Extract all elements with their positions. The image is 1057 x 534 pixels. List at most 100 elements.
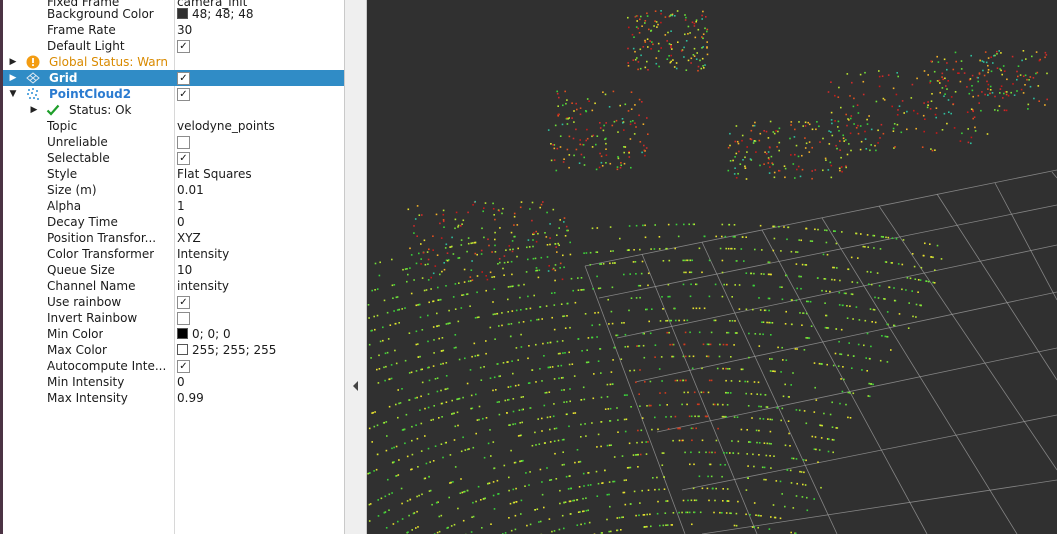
- cloud-point: [641, 417, 644, 419]
- cloud-point: [804, 484, 807, 486]
- cloud-point: [640, 15, 642, 18]
- property-value[interactable]: 255; 255; 255: [177, 342, 276, 358]
- property-selectable[interactable]: Selectable ✓: [3, 150, 344, 166]
- property-max-intensity[interactable]: Max Intensity 0.99: [3, 390, 344, 406]
- property-decay-time[interactable]: Decay Time 0: [3, 214, 344, 230]
- property-value[interactable]: 0: [177, 214, 185, 230]
- cloud-point: [494, 244, 496, 247]
- cloud-point: [635, 224, 638, 227]
- selectable-checkbox[interactable]: ✓: [177, 152, 190, 165]
- property-alpha[interactable]: Alpha 1: [3, 198, 344, 214]
- pointcloud2-enabled-checkbox[interactable]: ✓: [177, 88, 190, 101]
- property-frame-rate[interactable]: Frame Rate 30: [3, 22, 344, 38]
- display-pointcloud2-row[interactable]: ▼ PointCloud2 ✓: [3, 86, 344, 102]
- cloud-point: [601, 532, 603, 534]
- 3d-viewport[interactable]: [367, 0, 1057, 534]
- displays-tree[interactable]: Fixed Frame camera_init Background Color…: [3, 0, 344, 534]
- cloud-point: [748, 332, 750, 335]
- property-value[interactable]: XYZ: [177, 230, 201, 246]
- cloud-point: [656, 476, 658, 479]
- cloud-point: [849, 417, 852, 419]
- property-value[interactable]: Intensity: [177, 246, 229, 262]
- cloud-point: [745, 513, 747, 516]
- property-queue-size[interactable]: Queue Size 10: [3, 262, 344, 278]
- property-value[interactable]: Flat Squares: [177, 166, 252, 182]
- collapse-panel-icon[interactable]: [353, 381, 358, 391]
- expand-arrow-icon[interactable]: ▶: [7, 70, 19, 86]
- default-light-checkbox[interactable]: ✓: [177, 40, 190, 53]
- property-value[interactable]: 48; 48; 48: [177, 6, 254, 22]
- property-use-rainbow[interactable]: Use rainbow ✓: [3, 294, 344, 310]
- property-value[interactable]: 30: [177, 22, 192, 38]
- cloud-point: [698, 451, 701, 454]
- expand-arrow-icon[interactable]: ▶: [7, 54, 19, 70]
- cloud-point: [526, 246, 528, 249]
- grid-enabled-checkbox[interactable]: ✓: [177, 72, 190, 85]
- cloud-point: [971, 74, 974, 77]
- color-value-text: 255; 255; 255: [192, 343, 277, 357]
- property-value[interactable]: 0; 0; 0: [177, 326, 231, 342]
- cloud-point: [795, 263, 798, 265]
- global-status-row[interactable]: ▶ Global Status: Warn: [3, 54, 344, 70]
- property-size[interactable]: Size (m) 0.01: [3, 182, 344, 198]
- property-style[interactable]: Style Flat Squares: [3, 166, 344, 182]
- property-background-color[interactable]: Background Color 48; 48; 48: [3, 6, 344, 22]
- cloud-point: [416, 437, 419, 440]
- property-color-transformer[interactable]: Color Transformer Intensity: [3, 246, 344, 262]
- cloud-point: [1007, 94, 1010, 97]
- property-value[interactable]: 0: [177, 374, 185, 390]
- property-value[interactable]: velodyne_points: [177, 118, 275, 134]
- use-rainbow-checkbox[interactable]: ✓: [177, 296, 190, 309]
- cloud-point: [831, 134, 834, 137]
- property-min-intensity[interactable]: Min Intensity 0: [3, 374, 344, 390]
- cloud-point: [987, 69, 990, 71]
- cloud-point: [879, 359, 882, 362]
- autocompute-intensity-checkbox[interactable]: ✓: [177, 360, 190, 373]
- cloud-point: [692, 427, 694, 430]
- invert-rainbow-checkbox[interactable]: [177, 312, 190, 325]
- cloud-point: [698, 475, 701, 478]
- cloud-point: [934, 113, 937, 116]
- cloud-point: [845, 166, 847, 169]
- property-value[interactable]: 0.01: [177, 182, 204, 198]
- cloud-point: [577, 461, 580, 463]
- property-position-transformer[interactable]: Position Transfor... XYZ: [3, 230, 344, 246]
- expand-arrow-icon[interactable]: ▶: [28, 102, 40, 118]
- cloud-point: [517, 284, 520, 287]
- property-topic[interactable]: Topic velodyne_points: [3, 118, 344, 134]
- property-unreliable[interactable]: Unreliable: [3, 134, 344, 150]
- property-value[interactable]: 10: [177, 262, 192, 278]
- cloud-point: [716, 403, 719, 406]
- property-value[interactable]: 0.99: [177, 390, 204, 406]
- cloud-point: [688, 223, 690, 226]
- property-max-color[interactable]: Max Color 255; 255; 255: [3, 342, 344, 358]
- unreliable-checkbox[interactable]: [177, 136, 190, 149]
- cloud-point: [669, 343, 671, 346]
- property-invert-rainbow[interactable]: Invert Rainbow: [3, 310, 344, 326]
- cloud-point: [638, 32, 641, 34]
- cloud-point: [873, 309, 876, 311]
- cloud-point: [473, 342, 476, 345]
- cloud-point: [556, 234, 558, 236]
- pointcloud2-status-row[interactable]: ▶ Status: Ok: [3, 102, 344, 118]
- cloud-point: [801, 154, 803, 157]
- property-value[interactable]: 1: [177, 198, 185, 214]
- property-autocompute-intensity[interactable]: Autocompute Inte... ✓: [3, 358, 344, 374]
- cloud-point: [1000, 69, 1002, 72]
- pointcloud-scene[interactable]: [367, 0, 1057, 534]
- cloud-point: [640, 429, 643, 432]
- panel-splitter[interactable]: [344, 0, 367, 534]
- cloud-point: [600, 421, 603, 423]
- cloud-point: [647, 441, 649, 443]
- property-value[interactable]: intensity: [177, 278, 229, 294]
- cloud-point: [950, 112, 952, 115]
- cloud-point: [706, 47, 708, 49]
- cloud-point: [683, 343, 685, 346]
- property-default-light[interactable]: Default Light ✓: [3, 38, 344, 54]
- property-channel-name[interactable]: Channel Name intensity: [3, 278, 344, 294]
- cloud-point: [432, 249, 434, 251]
- cloud-point: [878, 75, 881, 78]
- property-min-color[interactable]: Min Color 0; 0; 0: [3, 326, 344, 342]
- collapse-arrow-icon[interactable]: ▼: [7, 86, 19, 102]
- display-grid-row[interactable]: ▶ Grid ✓: [3, 70, 344, 86]
